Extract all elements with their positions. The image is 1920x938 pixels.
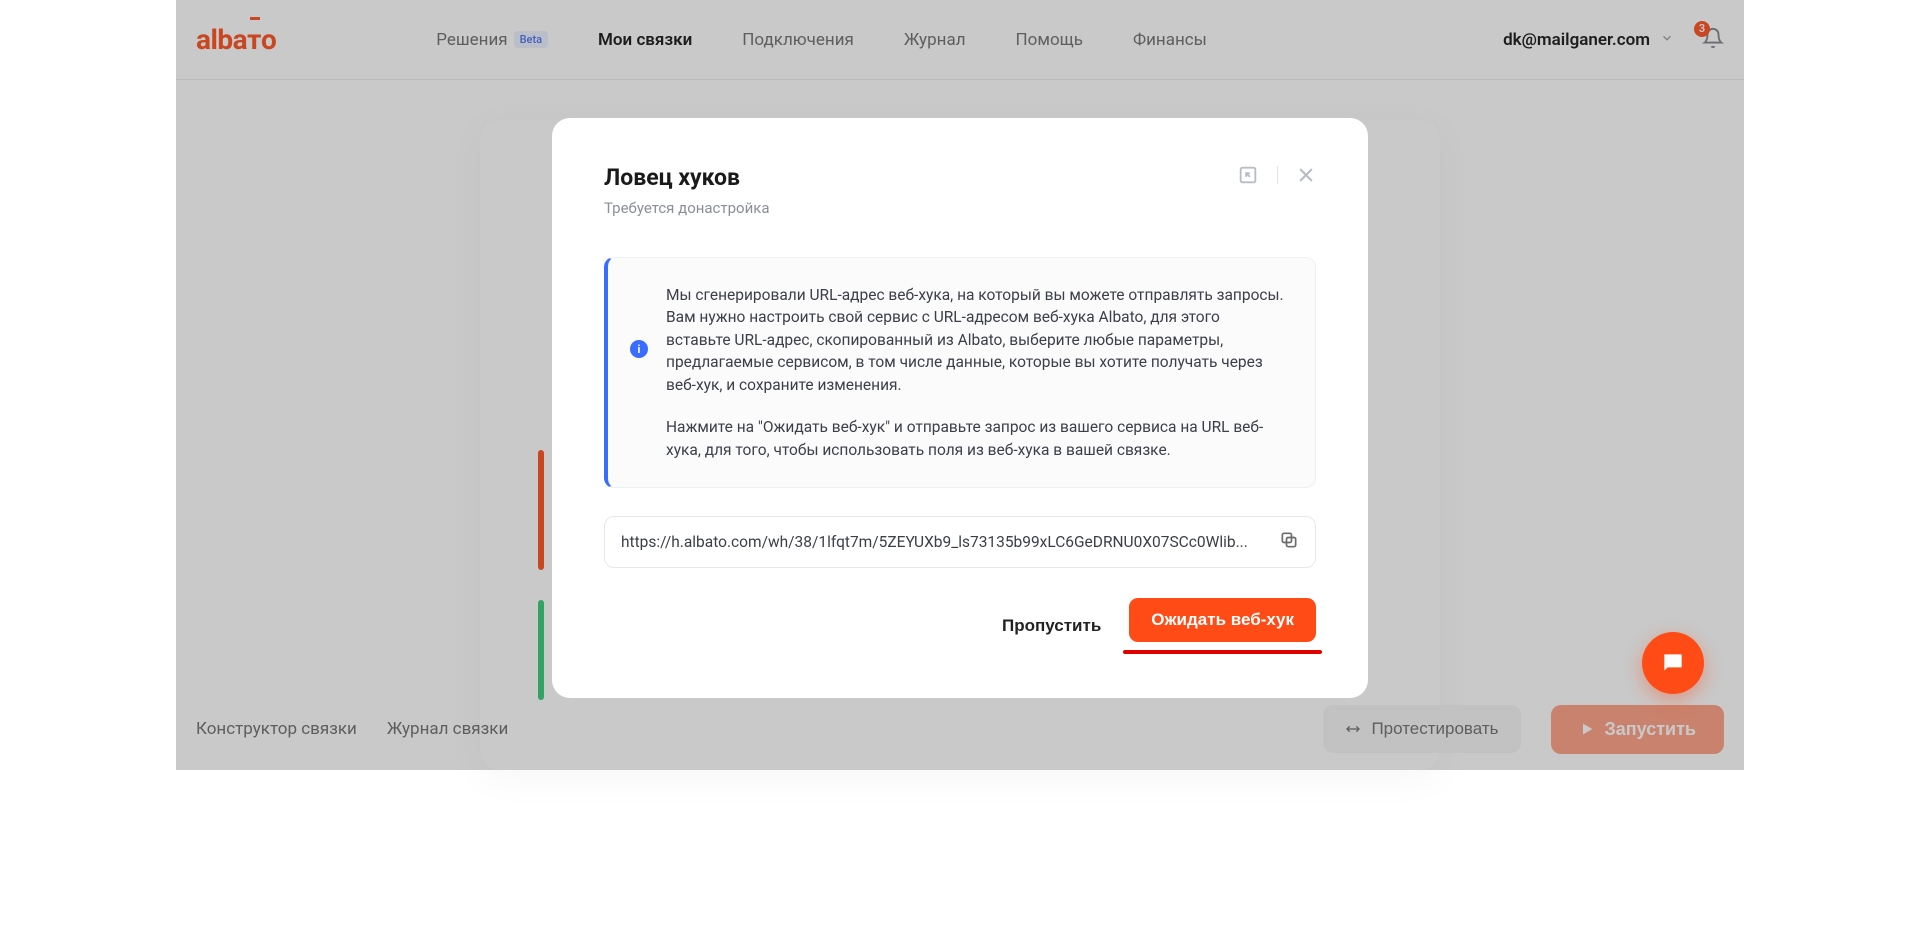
separator	[1277, 166, 1278, 184]
info-paragraph: Мы сгенерировали URL-адрес веб-хука, на …	[666, 284, 1287, 396]
info-box: i Мы сгенерировали URL-адрес веб-хука, н…	[604, 257, 1316, 488]
info-paragraph: Нажмите на "Ожидать веб-хук" и отправьте…	[666, 416, 1287, 461]
close-icon[interactable]	[1296, 165, 1316, 185]
skip-button-label: Пропустить	[1002, 616, 1101, 635]
chat-icon	[1660, 650, 1686, 676]
copy-icon[interactable]	[1279, 530, 1299, 554]
highlight-mark	[1123, 650, 1322, 654]
skip-button[interactable]: Пропустить	[1002, 616, 1101, 636]
webhook-catcher-modal: Ловец хуков Требуется донастройка i Мы с…	[552, 118, 1368, 698]
modal-subtitle: Требуется донастройка	[604, 199, 770, 217]
modal-title: Ловец хуков	[604, 164, 770, 191]
webhook-url-value: https://h.albato.com/wh/38/1lfqt7m/5ZEYU…	[621, 533, 1269, 551]
expand-icon[interactable]	[1237, 164, 1259, 186]
chat-bubble-button[interactable]	[1642, 632, 1704, 694]
wait-webhook-button[interactable]: Ожидать веб-хук	[1129, 598, 1316, 642]
webhook-url-field[interactable]: https://h.albato.com/wh/38/1lfqt7m/5ZEYU…	[604, 516, 1316, 568]
wait-button-label: Ожидать веб-хук	[1151, 610, 1294, 629]
info-icon: i	[630, 340, 648, 358]
modal-overlay[interactable]: Ловец хуков Требуется донастройка i Мы с…	[176, 0, 1744, 770]
